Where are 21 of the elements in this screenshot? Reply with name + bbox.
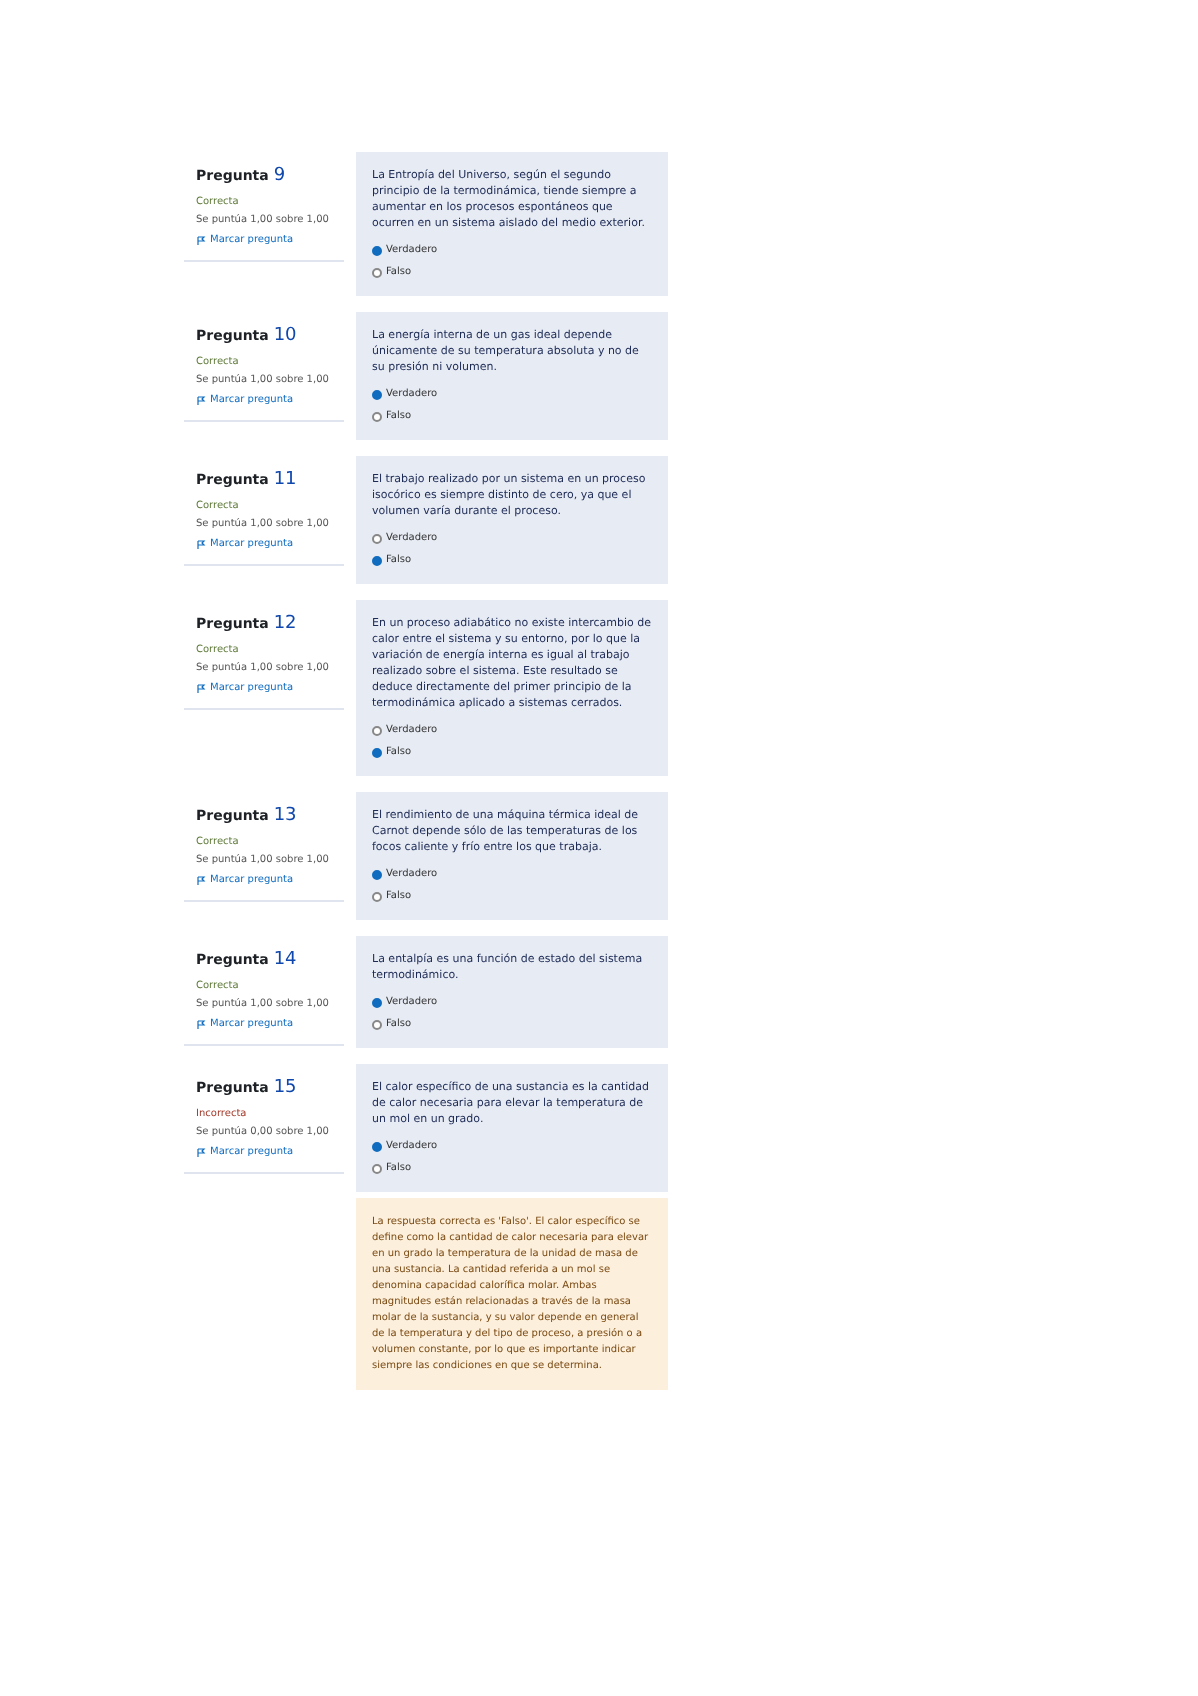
radio-button[interactable] <box>372 726 382 737</box>
radio-button[interactable] <box>372 891 382 902</box>
radio-button[interactable] <box>372 1019 382 1030</box>
radio-button[interactable] <box>372 747 382 758</box>
radio-button[interactable] <box>372 870 382 881</box>
flag-icon <box>196 1147 206 1158</box>
flag-icon <box>196 539 206 550</box>
radio-button[interactable] <box>372 1142 382 1153</box>
flag-icon <box>196 683 206 694</box>
flag-icon <box>196 1019 206 1030</box>
radio-button[interactable] <box>372 534 382 545</box>
radio-button[interactable] <box>372 411 382 422</box>
radio-button[interactable] <box>372 390 382 401</box>
radio-button[interactable] <box>372 998 382 1009</box>
radio-button[interactable] <box>372 246 382 257</box>
radio-button[interactable] <box>372 1163 382 1174</box>
radio-button[interactable] <box>372 555 382 566</box>
flag-icon <box>196 875 206 886</box>
radio-button[interactable] <box>372 267 382 278</box>
flag-icon <box>196 235 206 246</box>
flag-icon <box>196 395 206 406</box>
